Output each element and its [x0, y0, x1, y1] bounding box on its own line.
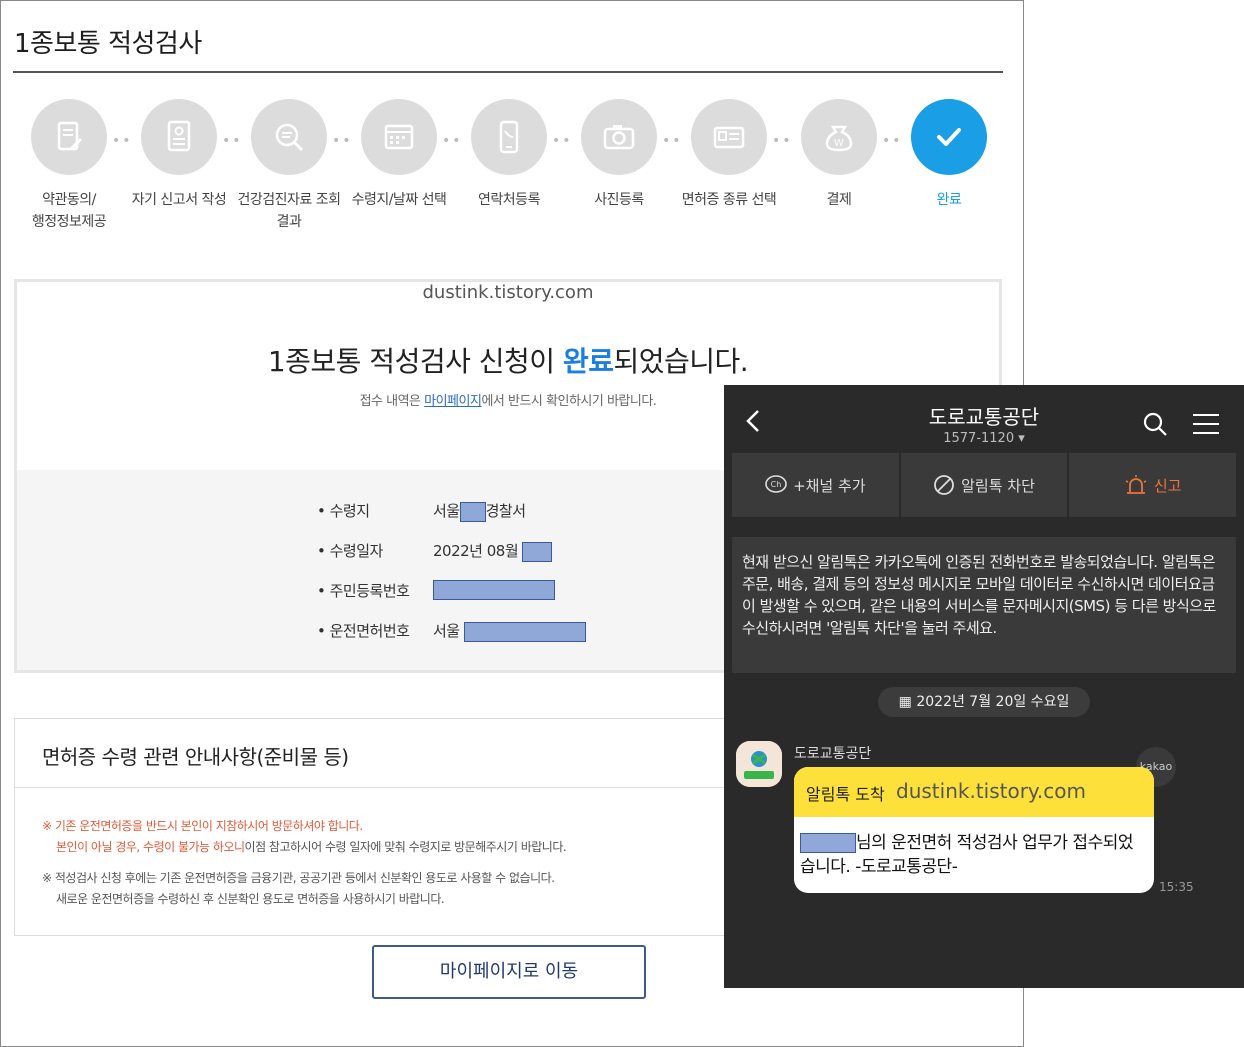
chat-action-bar: Ch +채널 추가 알림톡 차단 신고 — [732, 453, 1237, 517]
page-title: 1종보통 적성검사 — [14, 29, 202, 59]
info-value — [433, 580, 555, 600]
info-value: 서울 경찰서 — [433, 500, 526, 522]
step-connector: •• — [442, 133, 463, 149]
camera-icon — [581, 99, 657, 175]
watermark: dustink.tistory.com — [422, 282, 594, 303]
avatar[interactable] — [736, 741, 782, 787]
message-bubble[interactable]: 알림톡 도착 dustink.tistory.com 님의 운전면허 적성검사 … — [794, 767, 1154, 893]
progress-steps: 약관동의/ 행정정보제공 •• 자기 신고서 작성 •• 건강검진자료 조회 결… — [1, 97, 1011, 247]
calendar-icon: ▦ — [898, 694, 912, 710]
notice-panel: 면허증 수령 관련 안내사항(준비물 등) ※ 기존 운전면허증을 반드시 본인… — [14, 718, 795, 936]
date-text: 2022년 7월 20일 수요일 — [916, 694, 1070, 710]
info-label: • 수령일자 — [317, 542, 383, 560]
add-channel-button[interactable]: Ch +채널 추가 — [732, 453, 899, 517]
siren-icon — [1125, 475, 1147, 494]
bubble-header: 알림톡 도착 dustink.tistory.com — [794, 767, 1154, 817]
id-form-icon — [141, 99, 217, 175]
step-connector: •• — [772, 133, 793, 149]
place-prefix: 서울 — [433, 502, 460, 520]
step-connector: •• — [332, 133, 353, 149]
koroad-logo-icon — [736, 741, 782, 787]
date-value: 2022년 08월 — [433, 542, 523, 560]
completion-message: 1종보통 적성검사 신청이 완료되었습니다. — [17, 340, 999, 380]
calendar-icon — [361, 99, 437, 175]
notice-line: ※ 적성검사 신청 후에는 기존 운전면허증을 금융기관, 공공기관 등에서 신… — [42, 871, 555, 885]
svg-text:W: W — [834, 138, 844, 149]
notice-line: ※ 기존 운전면허증을 반드시 본인이 지참하시어 방문하셔야 합니다. — [42, 819, 363, 833]
step-connector: •• — [882, 133, 903, 149]
alimtalk-info-text: 현재 받으신 알림톡은 카카오톡에 인증된 전화번호로 발송되었습니다. 알림톡… — [732, 537, 1236, 673]
watermark: dustink.tistory.com — [896, 779, 1086, 803]
redaction-box — [459, 501, 486, 522]
info-label: • 수령지 — [317, 502, 370, 520]
notice-red-text: 본인이 아닐 경우, 수령이 불가능 하오니 — [56, 840, 245, 854]
info-label: • 주민등록번호 — [317, 582, 410, 600]
step-connector: •• — [662, 133, 683, 149]
step-connector: •• — [112, 133, 133, 149]
subtext-after: 에서 반드시 확인하시기 바랍니다. — [481, 394, 657, 409]
block-icon — [934, 475, 955, 495]
completion-message-text: 1종보통 적성검사 신청이 — [267, 345, 563, 378]
redaction-box — [433, 580, 555, 600]
search-icon[interactable] — [1142, 411, 1168, 437]
completion-highlight: 완료 — [562, 345, 614, 378]
title-divider — [13, 71, 1003, 73]
license-card-icon — [691, 99, 767, 175]
info-label: • 운전면허번호 — [317, 622, 410, 640]
mypage-button[interactable]: 마이페이지로 이동 — [372, 945, 646, 999]
completion-message-tail: 되었습니다. — [613, 345, 749, 378]
step-label: 완료 — [936, 192, 962, 208]
menu-icon[interactable] — [1192, 413, 1220, 435]
step-connector: •• — [222, 133, 243, 149]
notice-text: 이점 참고하시어 수령 일자에 맞춰 수령지로 방문해주시기 바랍니다. — [244, 840, 567, 854]
notice-title: 면허증 수령 관련 안내사항(준비물 등) — [42, 745, 349, 769]
mypage-link[interactable]: 마이페이지 — [424, 394, 482, 409]
svg-text:Ch: Ch — [771, 480, 782, 489]
info-value: 서울 — [433, 620, 586, 642]
info-value: 2022년 08월 — [433, 540, 553, 562]
redaction-box — [463, 621, 586, 642]
subtext-before: 접수 내역은 — [359, 394, 425, 409]
won-bag-icon: W — [801, 99, 877, 175]
notice-line: 본인이 아닐 경우, 수령이 불가능 하오니이점 참고하시어 수령 일자에 맞춰… — [56, 838, 567, 855]
channel-icon: Ch — [765, 475, 787, 493]
bubble-header-title: 알림톡 도착 — [806, 785, 885, 804]
report-button[interactable]: 신고 — [1069, 453, 1237, 517]
phone-icon — [471, 99, 547, 175]
date-divider: ▦ 2022년 7월 20일 수요일 — [878, 687, 1090, 717]
bubble-body: 님의 운전면허 적성검사 업무가 접수되었습니다. -도로교통공단- — [800, 831, 1140, 879]
notice-divider — [15, 787, 795, 788]
redaction-box — [522, 541, 553, 562]
block-label: 알림톡 차단 — [961, 476, 1035, 495]
document-pen-icon — [31, 99, 107, 175]
place-suffix: 경찰서 — [485, 502, 526, 520]
notice-line: 새로운 운전면허증을 수령하신 후 신분확인 용도로 면허증을 사용하시기 바랍… — [56, 892, 445, 906]
block-button[interactable]: 알림톡 차단 — [900, 453, 1068, 517]
search-document-icon — [251, 99, 327, 175]
license-prefix: 서울 — [433, 622, 464, 640]
redaction-box — [800, 833, 856, 853]
sender-name: 도로교통공단 — [794, 746, 872, 762]
check-icon — [911, 99, 987, 175]
kakao-chat-window: 도로교통공단 1577-1120 ▾ Ch +채널 추가 알림톡 차단 신고 현… — [724, 385, 1244, 988]
add-channel-label: +채널 추가 — [793, 476, 866, 495]
message-time: 15:35 — [1159, 880, 1194, 894]
step-connector: •• — [552, 133, 573, 149]
report-label: 신고 — [1153, 476, 1182, 495]
